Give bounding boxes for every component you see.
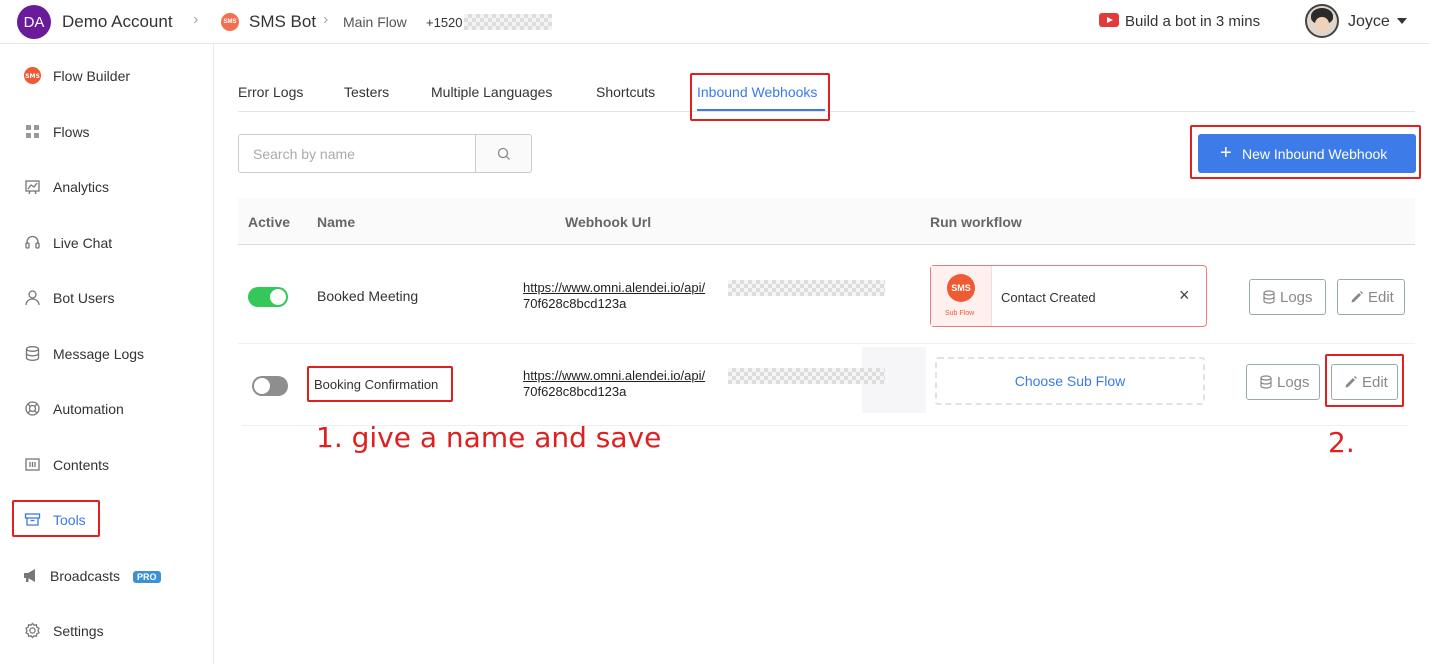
column-header-webhook-url: Webhook Url [565, 214, 652, 230]
sidebar-item-label: Contents [53, 457, 110, 473]
workflow-title: Contact Created [1001, 290, 1096, 305]
user-name[interactable]: Joyce [1348, 13, 1390, 31]
bot-name[interactable]: SMS Bot [249, 12, 316, 32]
active-toggle[interactable] [252, 376, 288, 396]
sms-icon: SMS [221, 13, 239, 31]
svg-text:SMS: SMS [25, 73, 40, 80]
sidebar-item-contents[interactable]: Contents [0, 450, 214, 480]
lifebuoy-icon [25, 401, 40, 416]
sidebar-item-analytics[interactable]: Analytics [0, 172, 214, 202]
redacted-url [728, 280, 885, 296]
sidebar-item-broadcasts[interactable]: Broadcasts PRO [0, 561, 214, 591]
table-header: Active Name Webhook Url Run workflow [238, 198, 1415, 245]
search-input[interactable] [238, 134, 476, 173]
annotation-highlight-name [307, 366, 453, 402]
sidebar-item-label: Live Chat [53, 235, 113, 251]
sms-icon: SMS [947, 274, 975, 302]
sidebar-item-live-chat[interactable]: Live Chat [0, 228, 214, 258]
webhook-url[interactable]: https://www.omni.alendei.io/api/70f628c8… [523, 280, 705, 312]
user-icon [25, 290, 40, 306]
column-header-active: Active [248, 214, 291, 230]
breadcrumb-chevron-icon: › [323, 11, 329, 28]
annotation-highlight-new-button [1190, 125, 1421, 179]
sidebar: SMS Flow Builder Flows Analytics Live Ch… [0, 44, 214, 664]
search-icon [497, 147, 510, 160]
sidebar-item-label: Analytics [53, 179, 110, 195]
megaphone-icon [24, 569, 35, 582]
column-header-name: Name [317, 214, 356, 230]
top-bar: DA Demo Account › SMS SMS Bot › Main Flo… [0, 0, 1429, 44]
pencil-icon [1351, 291, 1363, 303]
tab-multiple-languages[interactable]: Multiple Languages [431, 84, 552, 100]
film-icon [25, 458, 40, 471]
sidebar-item-label: Automation [53, 401, 124, 417]
youtube-icon[interactable] [1099, 13, 1119, 27]
close-icon[interactable]: × [1179, 285, 1190, 306]
annotation-highlight-edit [1325, 354, 1404, 407]
choose-sub-flow-button[interactable]: Choose Sub Flow [935, 357, 1205, 405]
pro-badge: PRO [133, 571, 161, 583]
sidebar-item-label: Broadcasts [50, 568, 121, 584]
sidebar-item-bot-users[interactable]: Bot Users [0, 283, 214, 313]
search-button[interactable] [475, 134, 532, 173]
tab-testers[interactable]: Testers [344, 84, 389, 100]
sidebar-item-label: Flow Builder [53, 68, 131, 84]
user-avatar[interactable] [1305, 4, 1339, 38]
edit-button[interactable]: Edit [1337, 279, 1405, 315]
sub-flow-label: Sub Flow [945, 310, 975, 317]
database-icon [1263, 290, 1275, 304]
tab-shortcuts[interactable]: Shortcuts [596, 84, 655, 100]
redacted-phone [464, 14, 552, 30]
annotation-step-2: 2. [1328, 426, 1355, 459]
column-header-run-workflow: Run workflow [930, 214, 1022, 230]
sidebar-item-automation[interactable]: Automation [0, 394, 214, 424]
sidebar-item-flow-builder[interactable]: SMS Flow Builder [0, 61, 214, 91]
build-bot-link[interactable]: Build a bot in 3 mins [1125, 13, 1260, 30]
webhook-name: Booked Meeting [317, 288, 419, 304]
sidebar-item-label: Settings [53, 623, 104, 639]
flow-name[interactable]: Main Flow [343, 14, 407, 30]
redacted-url [728, 368, 885, 384]
sidebar-item-label: Message Logs [53, 346, 145, 362]
account-avatar[interactable]: DA [17, 5, 51, 39]
active-toggle[interactable] [248, 287, 288, 307]
annotation-highlight-tools [12, 500, 100, 537]
phone-number: +1520 [426, 15, 463, 30]
database-icon [1260, 375, 1272, 389]
chevron-down-icon[interactable] [1397, 18, 1407, 24]
chart-icon [25, 180, 40, 195]
sidebar-item-label: Flows [53, 124, 90, 140]
gear-icon [25, 622, 40, 639]
logs-button[interactable]: Logs [1246, 364, 1320, 400]
webhook-url[interactable]: https://www.omni.alendei.io/api/70f628c8… [523, 368, 705, 400]
breadcrumb-chevron-icon: › [193, 11, 199, 28]
tab-error-logs[interactable]: Error Logs [238, 84, 303, 100]
workflow-card[interactable]: SMS Sub Flow Contact Created × [930, 265, 1207, 327]
headset-icon [25, 235, 40, 249]
sms-icon: SMS [24, 67, 41, 84]
database-icon [25, 346, 40, 361]
grid-icon [26, 125, 39, 138]
annotation-step-1: 1. give a name and save [316, 421, 662, 454]
annotation-highlight-tab [690, 73, 830, 121]
sidebar-item-flows[interactable]: Flows [0, 117, 214, 147]
sidebar-item-message-logs[interactable]: Message Logs [0, 339, 214, 369]
account-name[interactable]: Demo Account [62, 12, 173, 32]
sidebar-item-settings[interactable]: Settings [0, 616, 214, 646]
sidebar-item-label: Bot Users [53, 290, 115, 306]
logs-button[interactable]: Logs [1249, 279, 1326, 315]
